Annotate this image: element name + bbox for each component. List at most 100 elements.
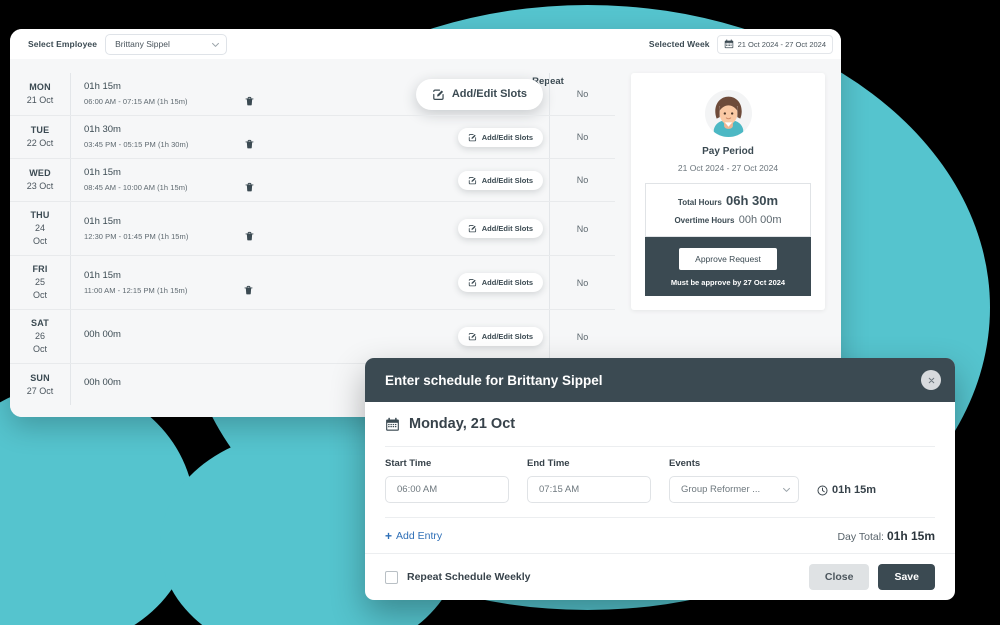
- row-repeat: No: [549, 310, 615, 364]
- row-action: Add/Edit Slots: [431, 256, 549, 309]
- overtime-hours-label: Overtime Hours: [674, 216, 735, 225]
- approve-section: Approve Request Must be approve by 27 Oc…: [645, 237, 811, 296]
- row-repeat: No: [549, 202, 615, 256]
- approve-deadline-note: Must be approve by 27 Oct 2024: [670, 278, 786, 287]
- row-repeat: No: [549, 116, 615, 158]
- modal-actions: Close Save: [808, 564, 935, 590]
- row-repeat-value: No: [576, 175, 589, 185]
- add-edit-slots-button[interactable]: Add/Edit Slots: [457, 170, 543, 190]
- pencil-square-icon: [468, 224, 477, 233]
- add-edit-slots-button[interactable]: Add/Edit Slots: [457, 327, 543, 347]
- trash-icon[interactable]: [244, 139, 255, 150]
- row-detail: 01h 15m 12:30 PM - 01:45 PM (1h 15m): [70, 202, 431, 256]
- row-slot-text: 11:00 AM - 12:15 PM (1h 15m): [84, 285, 188, 295]
- row-day: SAT 26 Oct: [10, 310, 70, 363]
- row-date: Oct: [32, 344, 47, 355]
- row-day: SUN 27 Oct: [10, 364, 70, 405]
- row-slot-line: 06:00 AM - 07:15 AM (1h 15m): [84, 96, 431, 107]
- pay-period-title: Pay Period: [702, 146, 754, 157]
- row-day: WED 23 Oct: [10, 159, 70, 201]
- row-date: 22 Oct: [26, 138, 54, 148]
- row-slot-line: 12:30 PM - 01:45 PM (1h 15m): [84, 231, 431, 242]
- row-slot-text: 06:00 AM - 07:15 AM (1h 15m): [84, 97, 188, 106]
- clock-icon: [817, 484, 828, 496]
- row-action: Add/Edit Slots: [415, 73, 549, 115]
- day-total: Day Total: 01h 15m: [837, 529, 935, 543]
- checkbox-box: [385, 570, 398, 584]
- selected-week-label: Selected Week: [648, 39, 710, 49]
- row-slot-line: 08:45 AM - 10:00 AM (1h 15m): [84, 182, 431, 193]
- pay-period-card: Pay Period 21 Oct 2024 - 27 Oct 2024 Tot…: [631, 73, 825, 310]
- row-detail: 01h 15m 08:45 AM - 10:00 AM (1h 15m): [70, 159, 431, 201]
- add-edit-slots-label: Add/Edit Slots: [481, 332, 533, 342]
- employee-select[interactable]: Brittany Sippel: [105, 33, 228, 55]
- approve-request-button[interactable]: Approve Request: [679, 248, 777, 270]
- entry-duration-text: 01h 15m: [832, 484, 877, 496]
- employee-select-value: Brittany Sippel: [115, 39, 170, 49]
- entry-duration: 01h 15m: [817, 484, 876, 503]
- add-entry-button[interactable]: + Add Entry: [385, 530, 442, 542]
- overtime-hours-line: Overtime Hours 00h 00m: [652, 214, 804, 226]
- row-slot-text: 12:30 PM - 01:45 PM (1h 15m): [84, 231, 189, 241]
- start-time-field: Start Time 06:00 AM: [385, 458, 509, 503]
- row-day-of-week: SUN: [30, 372, 50, 383]
- table-row: TUE 22 Oct 01h 30m 03:45 PM - 05:15 PM (1h …: [10, 115, 615, 158]
- add-edit-slots-button[interactable]: Add/Edit Slots: [457, 219, 543, 239]
- calendar-icon: [385, 417, 400, 432]
- repeat-schedule-weekly-label: Repeat Schedule Weekly: [407, 571, 531, 583]
- row-day-of-week: THU: [30, 210, 50, 220]
- week-range-text: 21 Oct 2024 - 27 Oct 2024: [737, 39, 826, 49]
- row-duration: 01h 15m: [84, 81, 121, 92]
- table-row: FRI 25 Oct 01h 15m 11:00 AM - 12:15 PM (1h 1…: [10, 255, 615, 310]
- row-detail: 01h 30m 03:45 PM - 05:15 PM (1h 30m): [70, 116, 431, 158]
- add-edit-slots-button[interactable]: Add/Edit Slots: [457, 127, 543, 147]
- close-icon[interactable]: [921, 370, 941, 390]
- pay-period-range: 21 Oct 2024 - 27 Oct 2024: [677, 163, 779, 173]
- end-time-value: 07:15 AM: [539, 484, 580, 495]
- end-time-label: End Time: [527, 458, 570, 469]
- row-repeat: No: [549, 159, 615, 201]
- events-field: Events Group Reformer ...: [669, 458, 799, 503]
- start-time-value: 06:00 AM: [397, 484, 438, 495]
- row-day-of-week: MON: [29, 81, 51, 92]
- row-repeat: No: [549, 256, 615, 310]
- events-select[interactable]: Group Reformer ...: [669, 476, 799, 503]
- close-button[interactable]: Close: [808, 564, 870, 590]
- trash-icon[interactable]: [244, 96, 255, 107]
- row-duration: 01h 30m: [84, 124, 121, 135]
- row-day-of-week: WED: [29, 167, 51, 178]
- pencil-square-icon: [432, 88, 445, 101]
- calendar-icon: [724, 39, 734, 49]
- add-edit-slots-label: Add/Edit Slots: [481, 278, 533, 288]
- row-day: FRI 25 Oct: [10, 256, 70, 309]
- add-edit-slots-button[interactable]: Add/Edit Slots: [457, 273, 543, 293]
- row-detail: 01h 15m 11:00 AM - 12:15 PM (1h 15m): [70, 256, 431, 310]
- row-repeat-value: No: [576, 223, 589, 234]
- trash-icon[interactable]: [244, 231, 255, 242]
- add-edit-slots-label: Add/Edit Slots: [481, 224, 533, 234]
- trash-icon[interactable]: [244, 182, 255, 193]
- repeat-schedule-weekly-checkbox[interactable]: Repeat Schedule Weekly: [385, 570, 531, 584]
- start-time-input[interactable]: 06:00 AM: [385, 476, 509, 503]
- end-time-input[interactable]: 07:15 AM: [527, 476, 651, 503]
- day-total-label: Day Total:: [837, 531, 884, 543]
- week-range-picker[interactable]: 21 Oct 2024 - 27 Oct 2024: [716, 34, 833, 54]
- events-value: Group Reformer ...: [681, 484, 761, 495]
- save-button[interactable]: Save: [878, 564, 935, 590]
- row-date: 24: [34, 223, 45, 234]
- row-date: 25: [34, 277, 45, 288]
- row-repeat: No: [549, 73, 615, 115]
- row-detail: 01h 15m 06:00 AM - 07:15 AM (1h 15m): [70, 73, 431, 115]
- pencil-square-icon: [468, 278, 477, 287]
- modal-footer: Repeat Schedule Weekly Close Save: [365, 553, 955, 600]
- trash-icon[interactable]: [243, 285, 254, 296]
- row-duration: 01h 15m: [84, 215, 121, 227]
- add-edit-slots-label: Add/Edit Slots: [481, 175, 533, 185]
- row-date: 21 Oct: [26, 95, 54, 105]
- row-repeat-value: No: [576, 89, 589, 99]
- background-blob-left: [0, 385, 195, 625]
- enter-schedule-modal: Enter schedule for Brittany Sippel Monda…: [365, 358, 955, 600]
- add-edit-slots-button[interactable]: Add/Edit Slots: [415, 78, 543, 110]
- row-date: Oct: [32, 290, 47, 301]
- table-row: SAT 26 Oct 00h 00m Add/Edit Slots No: [10, 309, 615, 364]
